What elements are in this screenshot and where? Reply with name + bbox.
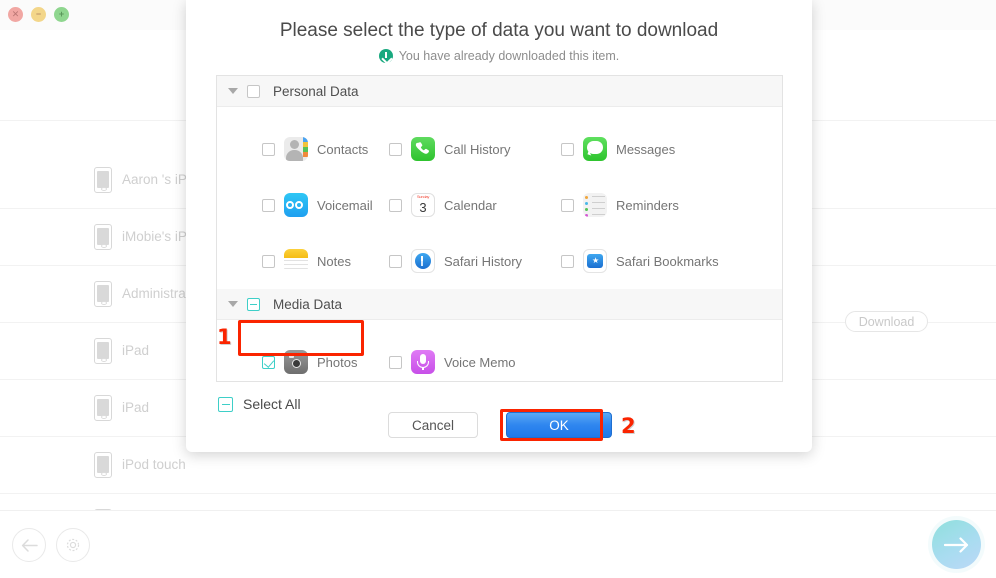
item-contacts[interactable]: Contacts — [217, 137, 389, 161]
item-safari-history[interactable]: Safari History — [389, 249, 561, 273]
voicemail-icon — [284, 193, 308, 217]
download-circle-icon — [378, 49, 393, 63]
label-messages: Messages — [616, 141, 676, 157]
checkbox-messages[interactable] — [561, 142, 574, 156]
group-label-media: Media Data — [273, 296, 343, 312]
group-header-personal[interactable]: Personal Data — [217, 76, 782, 107]
data-row: Voicemail Sunday 3 Calendar Reminders — [217, 177, 782, 233]
item-voice-memo[interactable]: Voice Memo — [389, 350, 561, 374]
next-button[interactable] — [932, 520, 981, 569]
data-row: Notes Safari History ★ Safari Bookmarks — [217, 233, 782, 289]
label-voice-memo: Voice Memo — [444, 354, 516, 370]
select-all-checkbox[interactable] — [218, 396, 233, 412]
checkbox-safari-bookmarks[interactable] — [561, 254, 574, 268]
annotation-box-ok — [500, 409, 603, 441]
group-checkbox-personal[interactable] — [247, 84, 260, 98]
window-controls: ✕ − + — [8, 7, 69, 22]
safari-icon — [411, 249, 435, 273]
reminders-icon — [583, 193, 607, 217]
calendar-day: 3 — [419, 200, 427, 215]
notes-icon — [284, 249, 308, 273]
personal-data-grid: Contacts Call History Messages Voicemail… — [217, 107, 782, 289]
checkbox-voicemail[interactable] — [262, 198, 275, 212]
device-name: iPad — [122, 343, 150, 358]
device-name: iPad — [122, 400, 150, 415]
label-contacts: Contacts — [317, 141, 369, 157]
bottom-bar — [0, 510, 996, 578]
checkbox-call-history[interactable] — [389, 142, 402, 156]
annotation-number-1: 1 — [217, 325, 232, 349]
data-type-dialog: Please select the type of data you want … — [186, 0, 812, 452]
select-all-label: Select All — [243, 396, 301, 412]
checkbox-contacts[interactable] — [262, 142, 275, 156]
iphone-icon — [94, 280, 112, 307]
arrow-left-icon — [21, 538, 38, 552]
group-label-personal: Personal Data — [273, 83, 359, 99]
device-name: iPod touch — [122, 457, 186, 472]
item-calendar[interactable]: Sunday 3 Calendar — [389, 193, 561, 217]
gear-icon — [66, 538, 80, 552]
label-photos: Photos — [317, 354, 358, 370]
checkbox-photos[interactable] — [262, 355, 275, 369]
label-voicemail: Voicemail — [317, 197, 373, 213]
ipad-icon — [94, 337, 112, 364]
item-messages[interactable]: Messages — [561, 137, 733, 161]
checkbox-safari-history[interactable] — [389, 254, 402, 268]
messages-icon — [583, 137, 607, 161]
checkbox-voice-memo[interactable] — [389, 355, 402, 369]
checkbox-notes[interactable] — [262, 254, 275, 268]
dialog-subtitle: You have already downloaded this item. — [398, 49, 620, 63]
contacts-icon — [284, 137, 308, 161]
minimize-window-button[interactable]: − — [31, 7, 46, 22]
iphone-icon — [94, 166, 112, 193]
safari-bookmarks-icon: ★ — [583, 249, 607, 273]
select-all-control[interactable]: Select All — [218, 396, 301, 412]
dialog-subtitle-row: You have already downloaded this item. — [186, 49, 812, 63]
label-reminders: Reminders — [616, 197, 679, 213]
checkbox-reminders[interactable] — [561, 198, 574, 212]
app-root: ✕ − + Aaron 's iPhone iMobie's iPhone Ad… — [0, 0, 996, 578]
settings-button[interactable] — [56, 528, 90, 562]
maximize-window-button[interactable]: + — [54, 7, 69, 22]
annotation-number-2: 2 — [621, 414, 636, 438]
download-button[interactable]: Download — [845, 311, 928, 332]
phone-icon — [411, 137, 435, 161]
group-header-media[interactable]: Media Data — [217, 289, 782, 320]
item-call-history[interactable]: Call History — [389, 137, 561, 161]
dialog-title: Please select the type of data you want … — [279, 20, 719, 41]
ipad-icon — [94, 394, 112, 421]
calendar-icon: Sunday 3 — [411, 193, 435, 217]
chevron-down-icon[interactable] — [228, 301, 238, 307]
item-voicemail[interactable]: Voicemail — [217, 193, 389, 217]
label-safari-bookmarks: Safari Bookmarks — [616, 253, 719, 269]
checkbox-calendar[interactable] — [389, 198, 402, 212]
close-window-button[interactable]: ✕ — [8, 7, 23, 22]
cancel-button[interactable]: Cancel — [388, 412, 478, 438]
data-row: Contacts Call History Messages — [217, 121, 782, 177]
microphone-icon — [411, 350, 435, 374]
ipod-icon — [94, 451, 112, 478]
label-calendar: Calendar — [444, 197, 497, 213]
label-notes: Notes — [317, 253, 351, 269]
group-checkbox-media[interactable] — [247, 297, 260, 311]
chevron-down-icon[interactable] — [228, 88, 238, 94]
item-notes[interactable]: Notes — [217, 249, 389, 273]
iphone-icon — [94, 223, 112, 250]
item-safari-bookmarks[interactable]: ★ Safari Bookmarks — [561, 249, 733, 273]
item-reminders[interactable]: Reminders — [561, 193, 733, 217]
back-button[interactable] — [12, 528, 46, 562]
arrow-right-icon — [943, 536, 968, 553]
annotation-box-photos — [238, 320, 364, 356]
label-call-history: Call History — [444, 141, 511, 157]
label-safari-history: Safari History — [444, 253, 523, 269]
